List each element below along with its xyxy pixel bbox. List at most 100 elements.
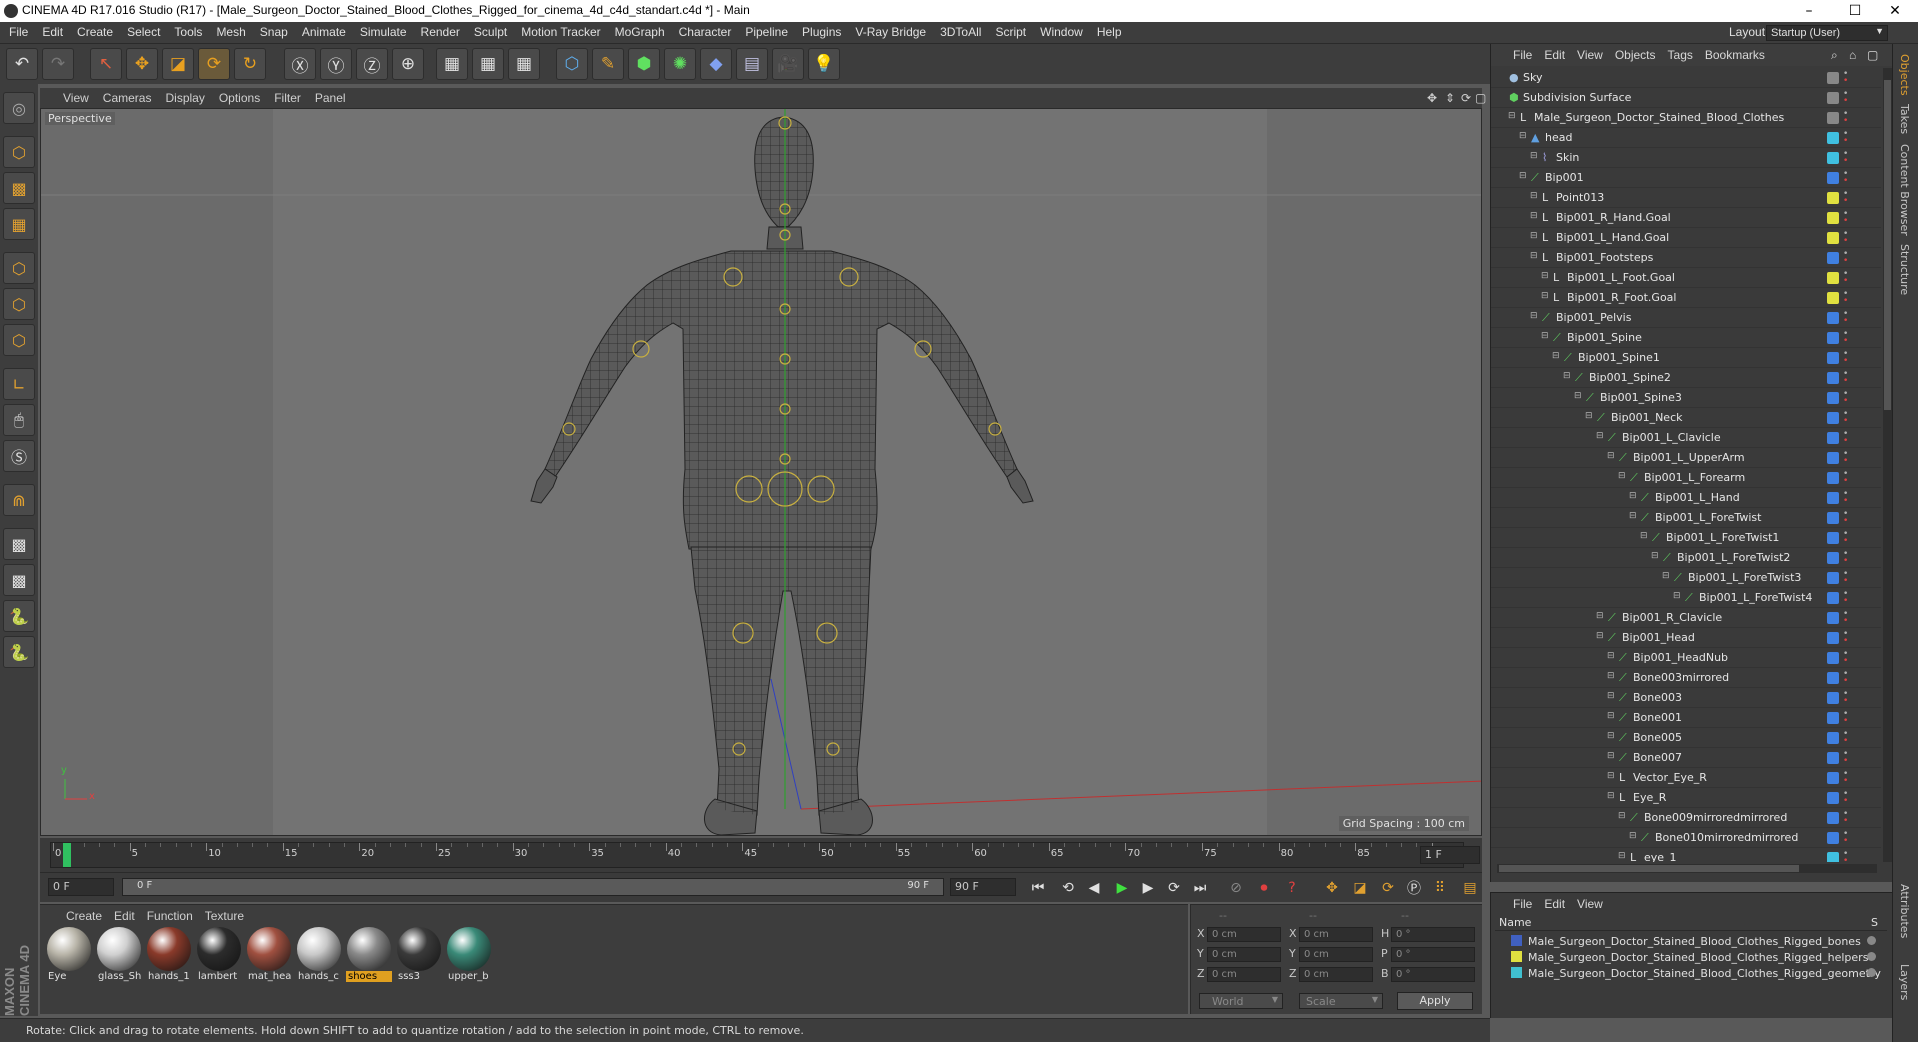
redo-icon[interactable]: ↷ bbox=[42, 48, 74, 80]
expand-toggle-icon[interactable]: ⊟ bbox=[1607, 451, 1615, 461]
visibility-dots-icon[interactable]: • • bbox=[1843, 330, 1849, 346]
expand-toggle-icon[interactable]: ⊟ bbox=[1618, 851, 1626, 861]
layer-color-swatch[interactable] bbox=[1827, 312, 1839, 324]
object-row[interactable]: ⊟ L Bip001_R_Foot.Goal • • bbox=[1491, 288, 1881, 308]
layer-color-swatch[interactable] bbox=[1827, 192, 1839, 204]
expand-toggle-icon[interactable]: ⊟ bbox=[1618, 471, 1626, 481]
render-picture-viewer-icon[interactable]: ▦ bbox=[472, 48, 504, 80]
layer-color-swatch[interactable] bbox=[1827, 492, 1839, 504]
visibility-dots-icon[interactable]: • • bbox=[1843, 850, 1849, 863]
object-row[interactable]: ⊟ ▲ head • • bbox=[1491, 128, 1881, 148]
rotate-icon[interactable]: ⟳ bbox=[198, 48, 230, 80]
visibility-dots-icon[interactable]: • • bbox=[1843, 210, 1849, 226]
parameter-key-icon[interactable]: Ⓟ bbox=[1402, 876, 1426, 900]
autokey-icon[interactable]: ⏺ bbox=[1252, 876, 1276, 900]
coord-pos-field[interactable]: 0 cm bbox=[1207, 947, 1281, 962]
visibility-dots-icon[interactable]: • • bbox=[1843, 830, 1849, 846]
apply-button[interactable]: Apply bbox=[1397, 992, 1473, 1010]
layer-color-swatch[interactable] bbox=[1827, 812, 1839, 824]
expand-toggle-icon[interactable]: ⊟ bbox=[1596, 611, 1604, 621]
layer-color-swatch[interactable] bbox=[1511, 935, 1522, 946]
layer-solo-dot-icon[interactable] bbox=[1867, 936, 1876, 945]
layer-color-swatch[interactable] bbox=[1827, 652, 1839, 664]
viewport-perspective[interactable]: x y Perspective Grid Spacing : 100 cm bbox=[40, 108, 1482, 836]
layer-color-swatch[interactable] bbox=[1827, 552, 1839, 564]
position-key-icon[interactable]: ✥ bbox=[1320, 876, 1344, 900]
python-icon[interactable]: 🐍 bbox=[3, 600, 35, 632]
visibility-dots-icon[interactable]: • • bbox=[1843, 550, 1849, 566]
visibility-dots-icon[interactable]: • • bbox=[1843, 470, 1849, 486]
object-row[interactable]: ⊟ ⟋ Bip001_L_Hand • • bbox=[1491, 488, 1881, 508]
light-icon[interactable]: 💡 bbox=[808, 48, 840, 80]
expand-toggle-icon[interactable]: ⊟ bbox=[1662, 571, 1670, 581]
side-tab-content-browser[interactable]: Content Browser bbox=[1898, 144, 1911, 236]
menu-edit[interactable]: Edit bbox=[35, 22, 70, 39]
visibility-dots-icon[interactable]: • • bbox=[1843, 730, 1849, 746]
enable-snap-icon[interactable]: ⋒ bbox=[3, 484, 35, 516]
model-mode-icon[interactable]: ⬡ bbox=[3, 136, 35, 168]
coord-pos-field[interactable]: 0 cm bbox=[1207, 967, 1281, 982]
layer-color-swatch[interactable] bbox=[1827, 332, 1839, 344]
z-axis-icon[interactable]: Ⓩ bbox=[356, 48, 388, 80]
layer-color-swatch[interactable] bbox=[1827, 472, 1839, 484]
coord-rot-field[interactable]: 0 ° bbox=[1391, 947, 1475, 962]
visibility-dots-icon[interactable]: • • bbox=[1843, 450, 1849, 466]
visibility-dots-icon[interactable]: • • bbox=[1843, 370, 1849, 386]
layer-color-swatch[interactable] bbox=[1827, 712, 1839, 724]
menu-simulate[interactable]: Simulate bbox=[353, 22, 414, 39]
x-axis-icon[interactable]: Ⓧ bbox=[284, 48, 316, 80]
point-level-key-icon[interactable]: ⠿ bbox=[1428, 876, 1452, 900]
menu-pipeline[interactable]: Pipeline bbox=[738, 22, 795, 39]
layer-color-swatch[interactable] bbox=[1827, 612, 1839, 624]
object-row[interactable]: ⊟ ⟋ Bone010mirroredmirrored • • bbox=[1491, 828, 1881, 848]
previous-frame-icon[interactable]: ◀ bbox=[1082, 876, 1106, 900]
coord-size-field[interactable]: 0 cm bbox=[1299, 947, 1373, 962]
object-row[interactable]: ⊟ ⟋ Bone003 • • bbox=[1491, 688, 1881, 708]
coord-pos-field[interactable]: 0 cm bbox=[1207, 927, 1281, 942]
tweak-mode-icon[interactable]: 🖱 bbox=[3, 404, 35, 436]
visibility-dots-icon[interactable]: • • bbox=[1843, 70, 1849, 86]
object-row[interactable]: ⊟ L Male_Surgeon_Doctor_Stained_Blood_Clot… bbox=[1491, 108, 1881, 128]
playhead[interactable] bbox=[63, 843, 71, 867]
menu-sculpt[interactable]: Sculpt bbox=[467, 22, 514, 39]
menu-window[interactable]: Window bbox=[1033, 22, 1090, 39]
expand-toggle-icon[interactable]: ⊟ bbox=[1530, 251, 1538, 261]
expand-toggle-icon[interactable]: ⊟ bbox=[1673, 591, 1681, 601]
range-slider[interactable]: 0 F 90 F bbox=[122, 878, 944, 896]
menu-file[interactable]: File bbox=[2, 22, 35, 39]
expand-toggle-icon[interactable]: ⊟ bbox=[1607, 671, 1615, 681]
snap-icon[interactable]: Ⓢ bbox=[3, 440, 35, 472]
object-row[interactable]: ⊟ ⟋ Bip001_Spine1 • • bbox=[1491, 348, 1881, 368]
object-row[interactable]: ⊟ ⟋ Bip001_L_ForeTwist • • bbox=[1491, 508, 1881, 528]
object-row[interactable]: ⊟ ⟋ Bip001_L_ForeTwist3 • • bbox=[1491, 568, 1881, 588]
layer-row[interactable]: Male_Surgeon_Doctor_Stained_Blood_Clothe… bbox=[1511, 951, 1876, 964]
layer-color-swatch[interactable] bbox=[1827, 532, 1839, 544]
axis-mode-icon[interactable]: ∟ bbox=[3, 368, 35, 400]
render-settings-icon[interactable]: ▦ bbox=[508, 48, 540, 80]
visibility-dots-icon[interactable]: • • bbox=[1843, 350, 1849, 366]
layer-color-swatch[interactable] bbox=[1827, 92, 1839, 104]
render-view-icon[interactable]: ▦ bbox=[436, 48, 468, 80]
home-icon[interactable]: ⌂ bbox=[1843, 44, 1862, 66]
object-row[interactable]: ⊟ ⟋ Bone009mirroredmirrored • • bbox=[1491, 808, 1881, 828]
object-row[interactable]: ⊟ ⟋ Bip001_L_UpperArm • • bbox=[1491, 448, 1881, 468]
object-row[interactable]: ⊟ ⟋ Bip001_L_ForeTwist1 • • bbox=[1491, 528, 1881, 548]
object-menu-file[interactable]: File bbox=[1507, 44, 1538, 66]
object-row[interactable]: ⊟ ⟋ Bone007 • • bbox=[1491, 748, 1881, 768]
expand-toggle-icon[interactable]: ⊟ bbox=[1629, 511, 1637, 521]
cube-icon[interactable]: ⬡ bbox=[556, 48, 588, 80]
layer-solo-dot-icon[interactable] bbox=[1867, 968, 1876, 977]
expand-toggle-icon[interactable]: ⊟ bbox=[1651, 551, 1659, 561]
object-scrollbar[interactable] bbox=[1883, 68, 1892, 862]
coord-size-field[interactable]: 0 cm bbox=[1299, 927, 1373, 942]
make-editable-icon[interactable]: ◎ bbox=[3, 92, 35, 124]
expand-toggle-icon[interactable]: ⊟ bbox=[1552, 351, 1560, 361]
menu-character[interactable]: Character bbox=[672, 22, 739, 39]
expand-toggle-icon[interactable]: ⊟ bbox=[1508, 111, 1516, 121]
side-tab-layers[interactable]: Layers bbox=[1898, 964, 1911, 1000]
material-swatch[interactable]: glass_Sh bbox=[96, 927, 142, 982]
material-swatch[interactable]: hands_1 bbox=[146, 927, 192, 982]
menu-snap[interactable]: Snap bbox=[253, 22, 295, 39]
object-row[interactable]: ⊟ ⟋ Bone001 • • bbox=[1491, 708, 1881, 728]
object-row[interactable]: ⊟ L Bip001_L_Hand.Goal • • bbox=[1491, 228, 1881, 248]
